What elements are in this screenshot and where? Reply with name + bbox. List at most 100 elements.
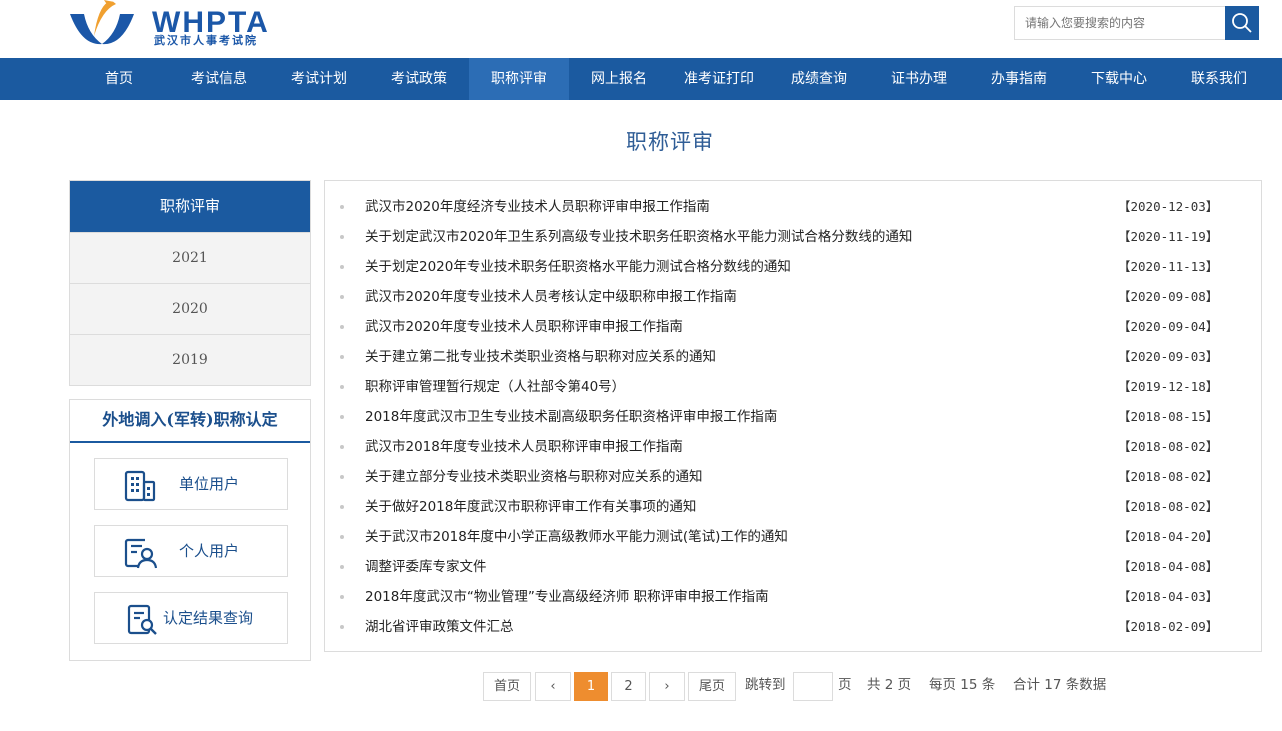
jump-page-input[interactable] — [793, 672, 833, 701]
bullet-icon — [340, 565, 344, 569]
list-item-title[interactable]: 关于建立部分专业技术类职业资格与职称对应关系的通知 — [365, 462, 703, 492]
list-item-title[interactable]: 2018年度武汉市“物业管理”专业高级经济师 职称评审申报工作指南 — [365, 582, 769, 612]
list-item-date: 【2018-08-02】 — [1118, 439, 1219, 454]
nav-item-home[interactable]: 首页 — [69, 58, 169, 100]
bullet-icon — [340, 385, 344, 389]
list-item[interactable]: 2018年度武汉市卫生专业技术副高级职务任职资格评审申报工作指南 【2018-08… — [325, 402, 1261, 432]
user-card-icon — [124, 538, 157, 569]
list-item[interactable]: 武汉市2020年度专业技术人员考核认定中级职称申报工作指南 【2020-09-08… — [325, 282, 1261, 312]
list-item[interactable]: 关于建立第二批专业技术类职业资格与职称对应关系的通知 【2020-09-03】 — [325, 342, 1261, 372]
sidebar-item-2021[interactable]: 2021 — [70, 232, 310, 283]
list-item[interactable]: 武汉市2020年度经济专业技术人员职称评审申报工作指南 【2020-12-03】 — [325, 192, 1261, 222]
nav-item-certificate[interactable]: 证书办理 — [869, 58, 969, 100]
last-page-button[interactable]: 尾页 — [688, 672, 736, 701]
per-page-label: 每页 15 条 — [929, 677, 996, 693]
nav-item-exam-policy[interactable]: 考试政策 — [369, 58, 469, 100]
transfer-title: 外地调入(军转)职称认定 — [70, 400, 310, 443]
list-item-title[interactable]: 武汉市2020年度专业技术人员考核认定中级职称申报工作指南 — [365, 282, 737, 312]
total-pages-label: 共 2 页 — [867, 677, 912, 693]
list-item-title[interactable]: 关于建立第二批专业技术类职业资格与职称对应关系的通知 — [365, 342, 716, 372]
unit-user-label: 单位用户 — [179, 475, 240, 493]
list-item-date: 【2018-08-02】 — [1118, 499, 1219, 514]
building-icon — [124, 470, 156, 502]
sidebar-item-2020[interactable]: 2020 — [70, 283, 310, 334]
bullet-icon — [340, 295, 344, 299]
personal-user-button[interactable]: 个人用户 — [94, 525, 288, 577]
bullet-icon — [340, 265, 344, 269]
nav-item-online-register[interactable]: 网上报名 — [569, 58, 669, 100]
nav-item-score-query[interactable]: 成绩查询 — [769, 58, 869, 100]
list-item-date: 【2020-09-08】 — [1118, 289, 1219, 304]
search-button[interactable] — [1225, 6, 1259, 40]
list-item-date: 【2018-02-09】 — [1118, 619, 1219, 634]
bullet-icon — [340, 475, 344, 479]
article-list-panel: 武汉市2020年度经济专业技术人员职称评审申报工作指南 【2020-12-03】 … — [324, 180, 1262, 652]
sidebar-head[interactable]: 职称评审 — [70, 181, 310, 232]
bullet-icon — [340, 235, 344, 239]
list-item[interactable]: 武汉市2018年度专业技术人员职称评审申报工作指南 【2018-08-02】 — [325, 432, 1261, 462]
list-item-title[interactable]: 关于武汉市2018年度中小学正高级教师水平能力测试(笔试)工作的通知 — [365, 522, 788, 552]
list-item-title[interactable]: 关于划定2020年专业技术职务任职资格水平能力测试合格分数线的通知 — [365, 252, 791, 282]
bullet-icon — [340, 355, 344, 359]
nav-item-guide[interactable]: 办事指南 — [969, 58, 1069, 100]
article-list: 武汉市2020年度经济专业技术人员职称评审申报工作指南 【2020-12-03】 … — [325, 192, 1261, 642]
bullet-icon — [340, 415, 344, 419]
sidebar-menu: 职称评审 2021 2020 2019 — [69, 180, 311, 386]
list-item-date: 【2020-09-04】 — [1118, 319, 1219, 334]
personal-user-label: 个人用户 — [179, 542, 240, 560]
next-page-button[interactable]: › — [649, 672, 685, 701]
list-item-title[interactable]: 武汉市2018年度专业技术人员职称评审申报工作指南 — [365, 432, 683, 462]
nav-item-admission-print[interactable]: 准考证打印 — [669, 58, 769, 100]
list-item-date: 【2018-04-03】 — [1118, 589, 1219, 604]
list-item-title[interactable]: 武汉市2020年度经济专业技术人员职称评审申报工作指南 — [365, 192, 710, 222]
search-icon — [1232, 13, 1252, 33]
list-item[interactable]: 湖北省评审政策文件汇总 【2018-02-09】 — [325, 612, 1261, 642]
site-header: WHPTA 武汉市人事考试院 — [0, 0, 1282, 58]
list-item-title[interactable]: 关于做好2018年度武汉市职称评审工作有关事项的通知 — [365, 492, 696, 522]
list-item[interactable]: 2018年度武汉市“物业管理”专业高级经济师 职称评审申报工作指南 【2018-0… — [325, 582, 1261, 612]
list-item-date: 【2018-04-08】 — [1118, 559, 1219, 574]
sidebar-item-2019[interactable]: 2019 — [70, 334, 310, 385]
crane-logo-icon — [70, 0, 134, 45]
prev-page-button[interactable]: ‹ — [535, 672, 571, 701]
nav-item-exam-info[interactable]: 考试信息 — [169, 58, 269, 100]
list-item[interactable]: 关于建立部分专业技术类职业资格与职称对应关系的通知 【2018-08-02】 — [325, 462, 1261, 492]
result-query-button[interactable]: 认定结果查询 — [94, 592, 288, 644]
list-item[interactable]: 职称评审管理暂行规定（人社部令第40号） 【2019-12-18】 — [325, 372, 1261, 402]
page-button-2[interactable]: 2 — [611, 672, 646, 701]
list-item-title[interactable]: 职称评审管理暂行规定（人社部令第40号） — [365, 372, 625, 402]
nav-item-download[interactable]: 下载中心 — [1069, 58, 1169, 100]
list-item-date: 【2020-09-03】 — [1118, 349, 1219, 364]
list-item-title[interactable]: 2018年度武汉市卫生专业技术副高级职务任职资格评审申报工作指南 — [365, 402, 777, 432]
unit-user-button[interactable]: 单位用户 — [94, 458, 288, 510]
nav-item-title-review[interactable]: 职称评审 — [469, 58, 569, 100]
list-item-title[interactable]: 武汉市2020年度专业技术人员职称评审申报工作指南 — [365, 312, 683, 342]
nav-item-exam-plan[interactable]: 考试计划 — [269, 58, 369, 100]
page-unit-label: 页 — [838, 677, 852, 693]
search-input[interactable] — [1015, 7, 1226, 39]
bullet-icon — [340, 505, 344, 509]
result-query-label: 认定结果查询 — [163, 609, 254, 627]
list-item-date: 【2018-08-02】 — [1118, 469, 1219, 484]
search-box — [1014, 6, 1226, 40]
list-item[interactable]: 关于划定2020年专业技术职务任职资格水平能力测试合格分数线的通知 【2020-1… — [325, 252, 1261, 282]
total-records-label: 合计 17 条数据 — [1013, 677, 1107, 693]
main-nav: 首页 考试信息 考试计划 考试政策 职称评审 网上报名 准考证打印 成绩查询 证… — [0, 58, 1282, 100]
bullet-icon — [340, 445, 344, 449]
list-item[interactable]: 关于武汉市2018年度中小学正高级教师水平能力测试(笔试)工作的通知 【2018-… — [325, 522, 1261, 552]
list-item[interactable]: 关于做好2018年度武汉市职称评审工作有关事项的通知 【2018-08-02】 — [325, 492, 1261, 522]
first-page-button[interactable]: 首页 — [483, 672, 531, 701]
list-item-title[interactable]: 关于划定武汉市2020年卫生系列高级专业技术职务任职资格水平能力测试合格分数线的… — [365, 222, 912, 252]
list-item[interactable]: 关于划定武汉市2020年卫生系列高级专业技术职务任职资格水平能力测试合格分数线的… — [325, 222, 1261, 252]
list-item-title[interactable]: 湖北省评审政策文件汇总 — [365, 612, 514, 642]
list-item[interactable]: 调整评委库专家文件 【2018-04-08】 — [325, 552, 1261, 582]
jump-label: 跳转到 — [745, 677, 786, 693]
nav-item-contact[interactable]: 联系我们 — [1169, 58, 1269, 100]
list-item[interactable]: 武汉市2020年度专业技术人员职称评审申报工作指南 【2020-09-04】 — [325, 312, 1261, 342]
bullet-icon — [340, 325, 344, 329]
page-title: 职称评审 — [626, 130, 714, 154]
list-item-date: 【2020-12-03】 — [1118, 199, 1219, 214]
page-button-1[interactable]: 1 — [574, 672, 608, 701]
site-logo[interactable]: WHPTA 武汉市人事考试院 — [68, 0, 283, 50]
list-item-title[interactable]: 调整评委库专家文件 — [365, 552, 487, 582]
